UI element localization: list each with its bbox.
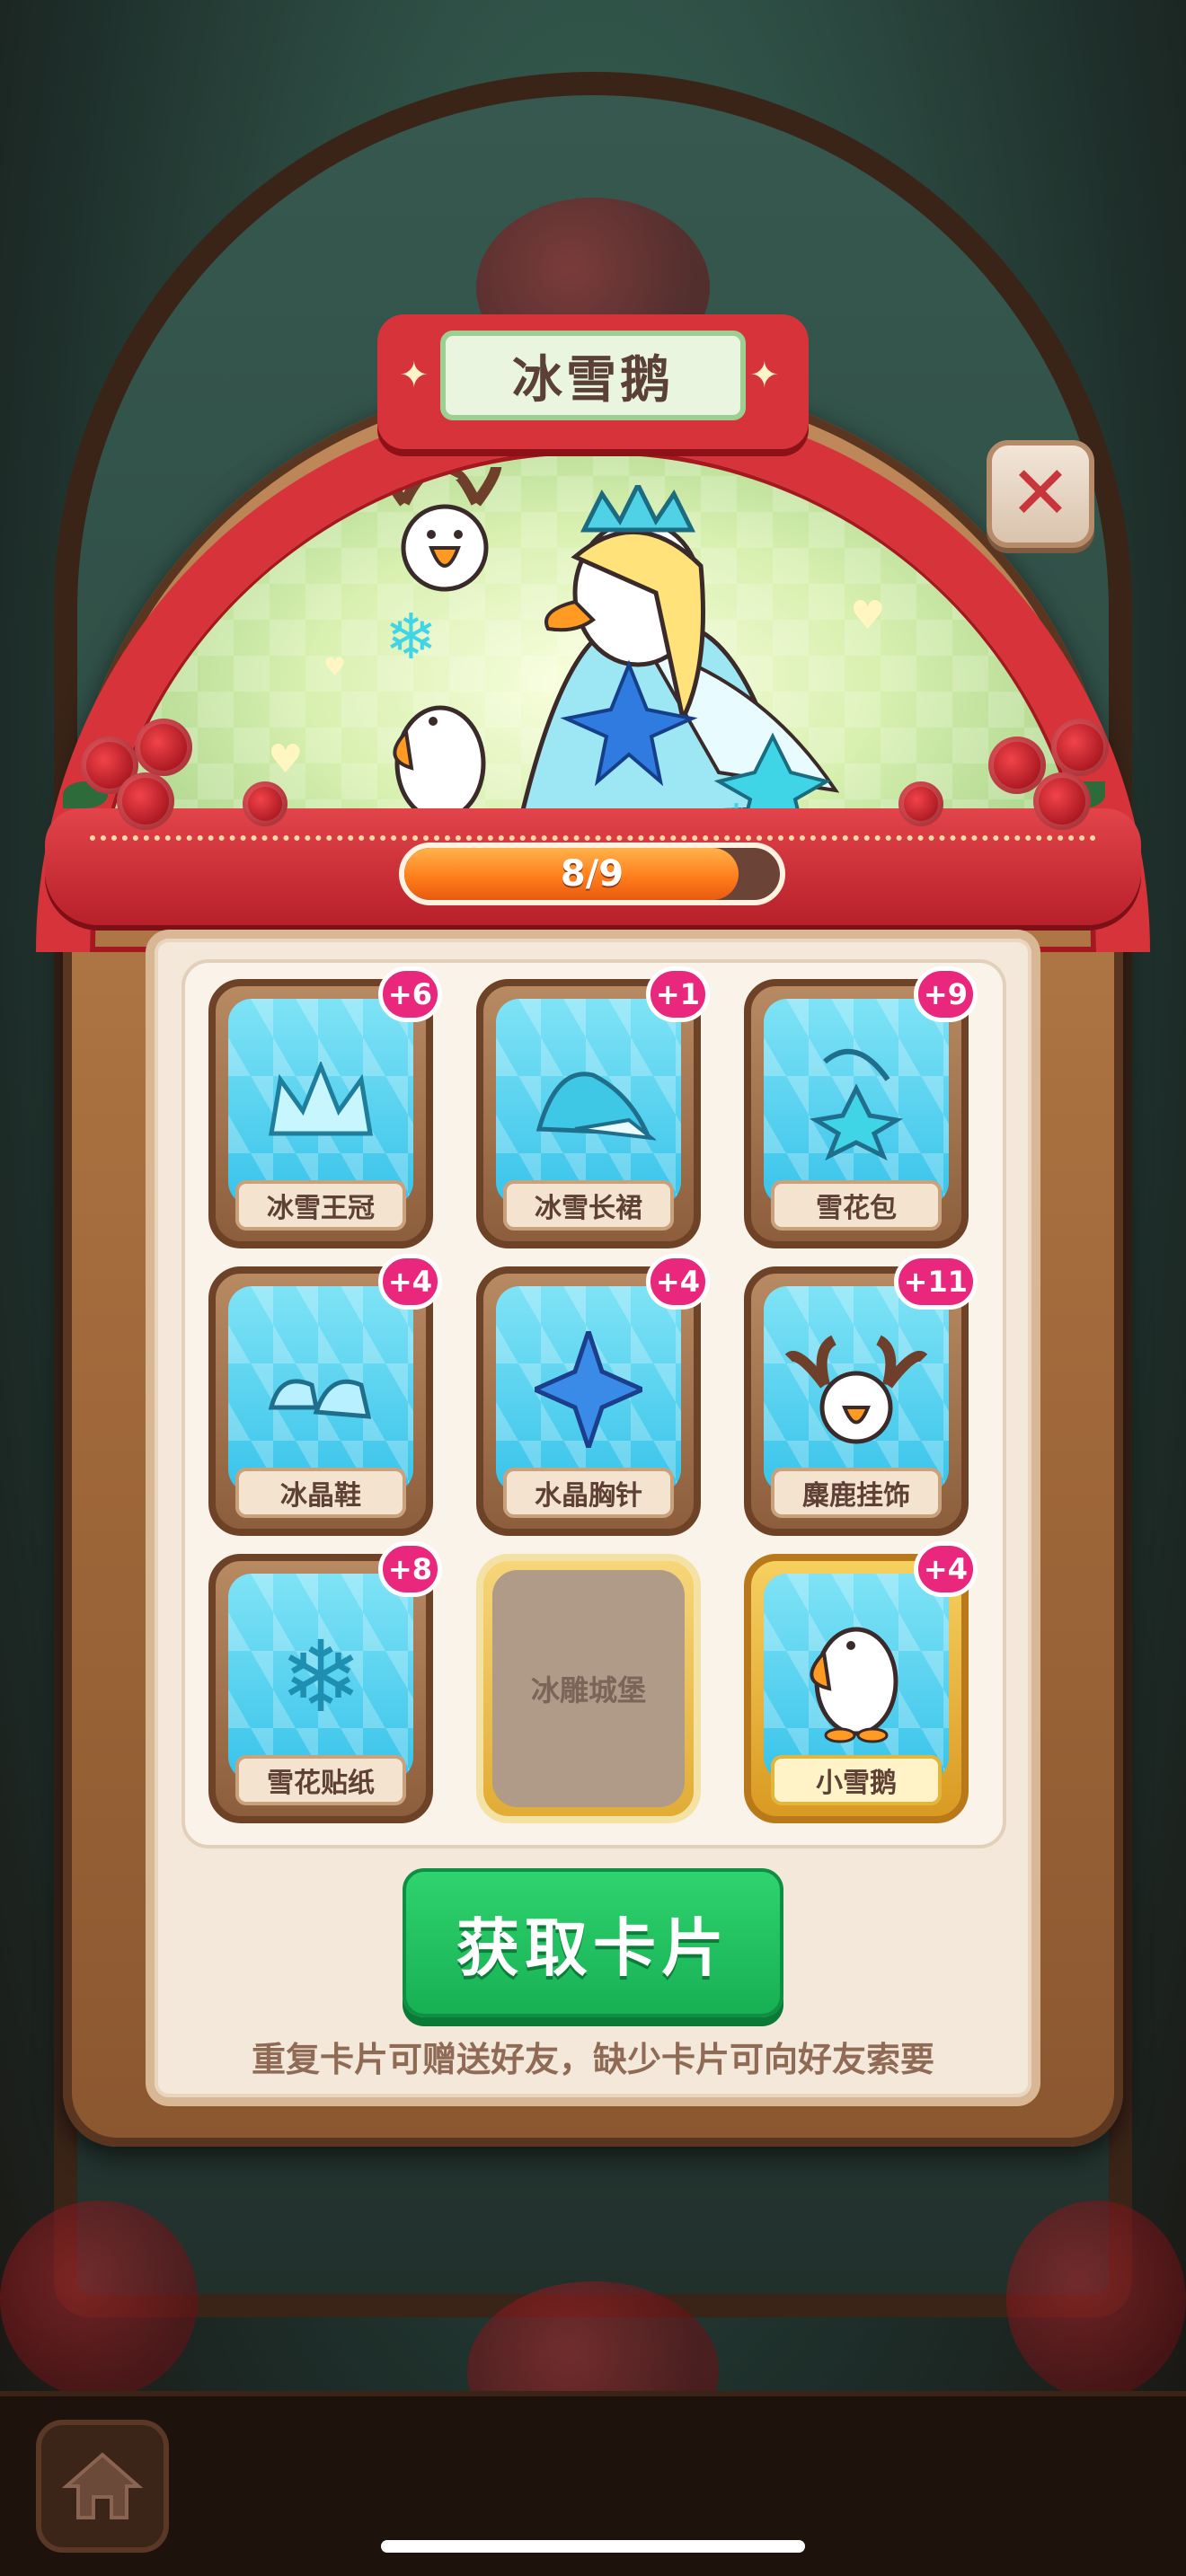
close-icon: ✕ xyxy=(1009,451,1072,536)
card-reindeer-ornament[interactable]: 麋鹿挂饰 +11 xyxy=(744,1254,978,1536)
snow-goose-icon xyxy=(810,1627,898,1743)
rose-decoration xyxy=(0,2201,198,2398)
card-little-snow-goose[interactable]: 小雪鹅 +4 xyxy=(744,1541,978,1823)
card-label: 冰雪长裙 xyxy=(503,1180,674,1231)
duplicate-count-badge: +9 xyxy=(913,966,978,1022)
card-label: 雪花包 xyxy=(771,1180,942,1231)
duplicate-count-badge: +4 xyxy=(913,1541,978,1597)
sparkle-icon: ✦ xyxy=(749,355,780,396)
card-ice-crown[interactable]: 冰雪王冠 +6 xyxy=(208,966,442,1248)
hint-text: 重复卡片可赠送好友，缺少卡片可向好友索要 xyxy=(251,2040,934,2079)
card-ice-castle-missing[interactable]: 冰雕城堡 xyxy=(476,1554,701,1823)
card-label: 冰晶鞋 xyxy=(235,1468,406,1518)
sparkle-icon: ✦ xyxy=(399,355,429,396)
duplicate-count-badge: +1 xyxy=(645,966,710,1022)
ribbon-stitching xyxy=(90,835,1096,841)
crown-icon xyxy=(269,1062,373,1136)
card-crystal-shoes[interactable]: 冰晶鞋 +4 xyxy=(208,1254,442,1536)
duplicate-count-badge: +4 xyxy=(645,1254,710,1310)
get-cards-button[interactable]: 获取卡片 xyxy=(403,1868,783,2017)
collection-progress-bar: 8/9 xyxy=(399,842,785,905)
duplicate-count-badge: +8 xyxy=(377,1541,442,1597)
card-crystal-brooch[interactable]: 水晶胸针 +4 xyxy=(476,1254,710,1536)
dress-icon xyxy=(535,1072,656,1141)
card-snowflake-sticker[interactable]: ❄ 雪花贴纸 +8 xyxy=(208,1541,442,1823)
crystal-shoes-icon xyxy=(268,1379,372,1419)
home-icon xyxy=(62,2452,143,2519)
home-indicator[interactable] xyxy=(381,2540,805,2553)
close-button[interactable]: ✕ xyxy=(987,440,1094,548)
reindeer-icon xyxy=(784,1335,928,1444)
snowflake-bag-icon xyxy=(809,1048,904,1160)
duplicate-count-badge: +6 xyxy=(377,966,442,1022)
snowflake-icon: ❄ xyxy=(279,1619,363,1734)
duplicate-count-badge: +11 xyxy=(893,1254,978,1310)
crystal-brooch-icon xyxy=(535,1331,642,1448)
card-snowflake-bag[interactable]: 雪花包 +9 xyxy=(744,966,978,1248)
home-button[interactable] xyxy=(36,2420,169,2553)
progress-text: 8/9 xyxy=(560,853,624,895)
missing-card-label: 冰雕城堡 xyxy=(492,1570,685,1807)
album-title-box: 冰雪鹅 xyxy=(440,331,746,420)
duplicate-count-badge: +4 xyxy=(377,1254,442,1310)
card-label: 麋鹿挂饰 xyxy=(771,1468,942,1518)
card-label: 冰雪王冠 xyxy=(235,1180,406,1231)
card-label: 雪花贴纸 xyxy=(235,1755,406,1805)
album-title: 冰雪鹅 xyxy=(512,350,674,410)
card-ice-dress[interactable]: 冰雪长裙 +1 xyxy=(476,966,710,1248)
card-label: 小雪鹅 xyxy=(771,1755,942,1805)
rose-decoration xyxy=(1006,2201,1186,2398)
card-label: 水晶胸针 xyxy=(503,1468,674,1518)
